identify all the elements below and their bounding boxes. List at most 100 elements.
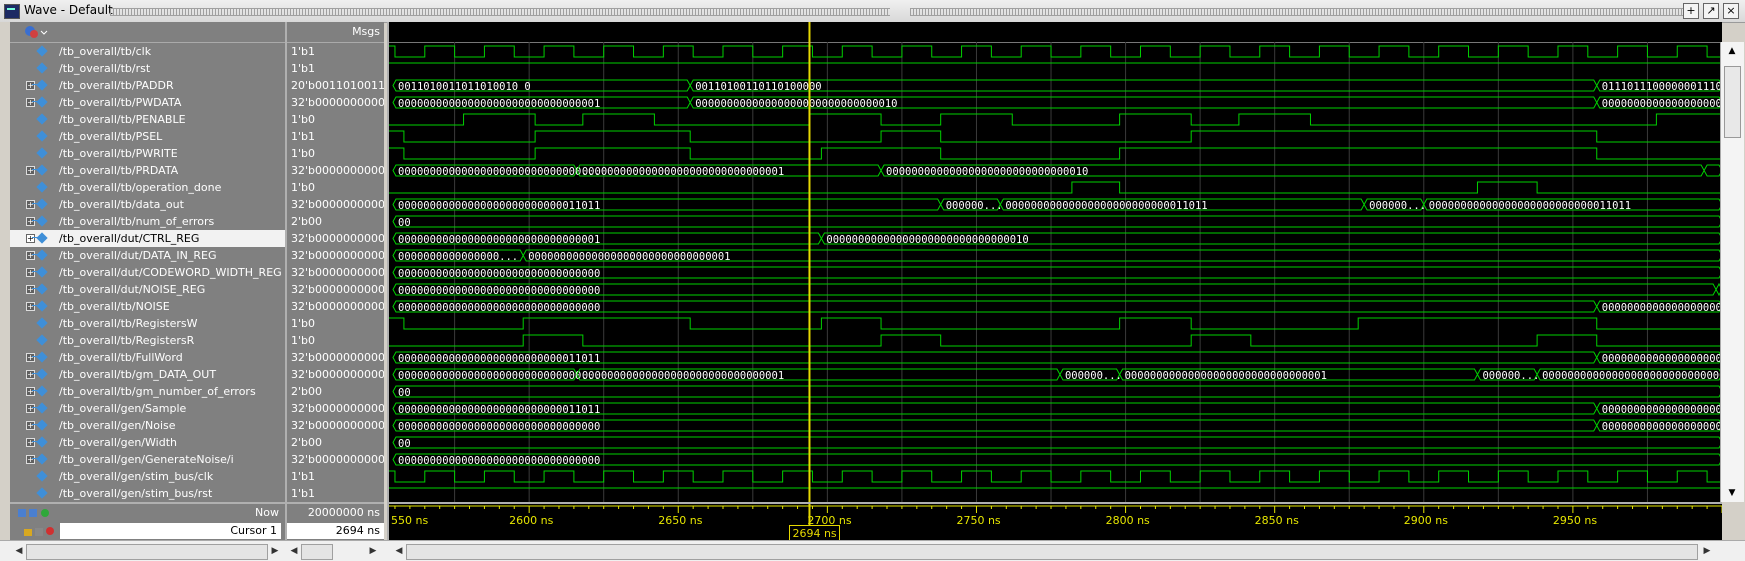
vertical-scroll-thumb[interactable] xyxy=(1724,66,1741,138)
signal-value-pane[interactable]: Msgs 1'b1 1'b1 20'b0011010011... 32'b000000… xyxy=(285,22,384,502)
paddr-wave-segment: 00110100110110100000 xyxy=(689,79,1598,93)
signal-icon xyxy=(37,148,47,158)
paddr-wave-value: 01110111000000011100 xyxy=(1602,81,1722,93)
prdata-wave-segment: 00000000000000000000000000000001 xyxy=(576,164,882,178)
expand-icon[interactable]: + xyxy=(26,387,35,396)
right-arrow-icon[interactable]: ▶ xyxy=(268,544,282,558)
signal-row[interactable]: + /tb_overall/gen/Noise xyxy=(10,417,285,434)
signal-row[interactable]: + /tb_overall/gen/Width xyxy=(10,434,285,451)
signal-row[interactable]: /tb_overall/tb/PSEL xyxy=(10,128,285,145)
signal-row[interactable]: /tb_overall/tb/rst xyxy=(10,60,285,77)
left-arrow-icon[interactable]: ◀ xyxy=(12,544,26,558)
signal-row[interactable]: /tb_overall/tb/clk xyxy=(10,43,285,60)
signal-row[interactable]: /tb_overall/tb/PWRITE xyxy=(10,145,285,162)
expand-icon[interactable]: + xyxy=(26,200,35,209)
titlebar-grip[interactable] xyxy=(110,8,890,16)
expand-icon[interactable]: + xyxy=(26,302,35,311)
signal-row[interactable]: /tb_overall/gen/stim_bus/rst xyxy=(10,485,285,502)
scroll-up-arrow-icon[interactable]: ▲ xyxy=(1724,44,1740,58)
expand-icon[interactable]: + xyxy=(26,370,35,379)
vertical-scrollbar[interactable]: ▲ ▼ xyxy=(1720,42,1744,502)
signal-row[interactable]: /tb_overall/tb/operation_done xyxy=(10,179,285,196)
expand-icon[interactable]: + xyxy=(26,98,35,107)
signal-row[interactable]: /tb_overall/tb/PENABLE xyxy=(10,111,285,128)
signal-row[interactable]: /tb_overall/tb/RegistersR xyxy=(10,332,285,349)
pwdata-wave-segment: 00000000000000000000000000000010 xyxy=(689,96,1598,110)
signal-row[interactable]: + /tb_overall/tb/data_out xyxy=(10,196,285,213)
signal-name-pane[interactable]: /tb_overall/tb/clk/tb_overall/tb/rst + /tb… xyxy=(10,22,285,502)
expand-icon[interactable]: + xyxy=(26,353,35,362)
signal-value: 1'b0 xyxy=(291,181,316,194)
close-button[interactable]: × xyxy=(1723,3,1739,19)
ctrl-reg-wave-segment: 00000000000000000000000000000010 xyxy=(820,232,1722,246)
prdata-wave-segment: 00000000000000000000000000000010 xyxy=(880,164,1705,178)
signal-row[interactable]: + /tb_overall/tb/FullWord xyxy=(10,349,285,366)
undock-button[interactable]: ↗ xyxy=(1703,3,1719,19)
right-arrow-icon[interactable]: ▶ xyxy=(366,544,380,558)
signal-row[interactable]: /tb_overall/gen/stim_bus/clk xyxy=(10,468,285,485)
ctrl-reg-wave-segment: 00000000000000000000000000000001 xyxy=(392,232,822,246)
timeline-pane[interactable]: 550 ns 2600 ns 2650 ns 2700 ns 2750 ns 2800 n… xyxy=(387,502,1722,542)
signal-icon xyxy=(32,437,47,447)
right-arrow-icon[interactable]: ▶ xyxy=(1700,544,1714,558)
horizontal-scrollbars[interactable]: ◀ ▶ ◀ ▶ ◀ ▶ xyxy=(0,540,1745,561)
cursor-tools-icon[interactable] xyxy=(18,507,58,519)
signal-icon xyxy=(37,182,47,192)
signal-row[interactable]: + /tb_overall/tb/PADDR xyxy=(10,77,285,94)
scroll-down-arrow-icon[interactable]: ▼ xyxy=(1724,486,1740,500)
signal-row[interactable]: + /tb_overall/gen/Sample xyxy=(10,400,285,417)
signal-row[interactable]: + /tb_overall/tb/gm_number_of_errors xyxy=(10,383,285,400)
signal-name: /tb_overall/dut/DATA_IN_REG xyxy=(59,249,217,262)
penable-wave xyxy=(389,113,1722,126)
signal-row[interactable]: + /tb_overall/gen/GenerateNoise/i xyxy=(10,451,285,468)
signal-icon xyxy=(32,199,47,209)
cursor-lock-icon[interactable] xyxy=(24,525,58,537)
expand-icon[interactable]: + xyxy=(26,404,35,413)
signal-name: /tb_overall/tb/FullWord xyxy=(59,351,183,364)
expand-icon[interactable]: + xyxy=(26,251,35,260)
signal-name: /tb_overall/gen/Width xyxy=(59,436,177,449)
noise-wave-segment: 0000000000000000000000001000... xyxy=(1596,300,1722,314)
expand-icon[interactable]: + xyxy=(26,268,35,277)
expand-icon[interactable]: + xyxy=(26,438,35,447)
wave-pane-hscroll[interactable] xyxy=(406,544,1698,560)
signal-row[interactable]: + /tb_overall/tb/num_of_errors xyxy=(10,213,285,230)
data-out-wave-value: 00000000000000000000000000011011 xyxy=(398,200,600,212)
expand-icon[interactable]: + xyxy=(26,285,35,294)
left-arrow-icon[interactable]: ◀ xyxy=(287,544,301,558)
expand-icon[interactable]: + xyxy=(26,166,35,175)
signal-row[interactable]: + /tb_overall/tb/NOISE xyxy=(10,298,285,315)
signal-row[interactable]: + /tb_overall/tb/gm_DATA_OUT xyxy=(10,366,285,383)
waveform-canvas[interactable]: 0011010011011010010 0 0011010011011010000… xyxy=(389,22,1722,502)
pwdata-wave-value: 0000000000000000000000001000... xyxy=(1602,98,1722,110)
signal-icon xyxy=(32,233,47,243)
maximize-button[interactable]: + xyxy=(1683,3,1699,19)
expand-icon[interactable]: + xyxy=(26,421,35,430)
expand-icon[interactable]: + xyxy=(26,455,35,464)
signal-name: /tb_overall/gen/stim_bus/clk xyxy=(59,470,214,483)
signal-value: 1'b0 xyxy=(291,334,316,347)
signal-row[interactable]: + /tb_overall/dut/CODEWORD_WIDTH_REG xyxy=(10,264,285,281)
titlebar-grip[interactable] xyxy=(910,8,1690,16)
ruler-tick-label: 2600 ns xyxy=(509,514,553,527)
expand-icon[interactable]: + xyxy=(26,217,35,226)
cursor-1-row[interactable]: Cursor 1 xyxy=(60,523,281,539)
signal-row[interactable]: /tb_overall/tb/RegistersW xyxy=(10,315,285,332)
signal-icon xyxy=(37,46,47,56)
name-pane-hscroll[interactable] xyxy=(26,544,268,560)
timeline-ruler[interactable]: 550 ns 2600 ns 2650 ns 2700 ns 2750 ns 2800 n… xyxy=(389,504,1722,542)
signal-row[interactable]: + /tb_overall/tb/PRDATA xyxy=(10,162,285,179)
paddr-wave-value: 0011010011011010010 0 xyxy=(398,81,531,93)
waveform-pane[interactable]: 0011010011011010010 0 0011010011011010000… xyxy=(387,22,1722,502)
signal-name: /tb_overall/gen/Noise xyxy=(59,419,176,432)
signal-row[interactable]: + /tb_overall/tb/PWDATA xyxy=(10,94,285,111)
value-pane-hscroll[interactable] xyxy=(301,544,333,560)
signal-row[interactable]: + /tb_overall/dut/CTRL_REG xyxy=(10,230,285,247)
signal-row[interactable]: + /tb_overall/dut/DATA_IN_REG xyxy=(10,247,285,264)
signal-icon xyxy=(32,420,47,430)
left-arrow-icon[interactable]: ◀ xyxy=(392,544,406,558)
wave-tools-icon[interactable] xyxy=(10,22,50,42)
expand-icon[interactable]: + xyxy=(26,234,35,243)
signal-row[interactable]: + /tb_overall/dut/NOISE_REG xyxy=(10,281,285,298)
expand-icon[interactable]: + xyxy=(26,81,35,90)
